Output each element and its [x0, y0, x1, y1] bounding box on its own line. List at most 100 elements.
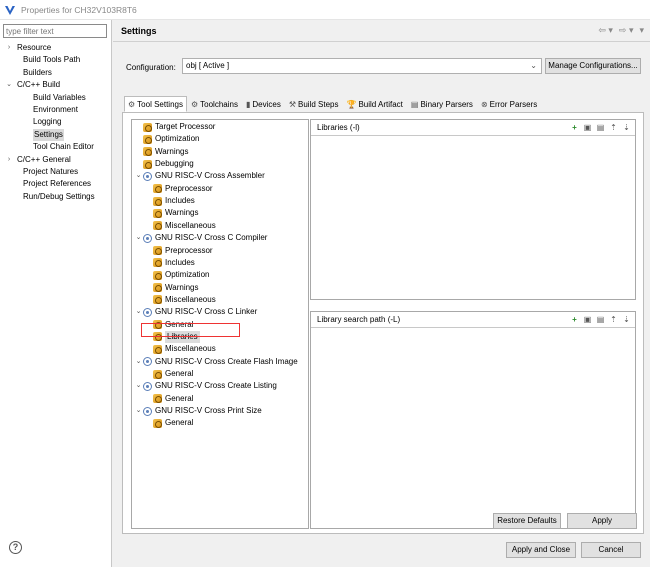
tab-binary-parsers[interactable]: ▤ Binary Parsers: [407, 96, 477, 112]
libraries-title: Libraries (-l): [317, 123, 360, 132]
settings-page: Settings ⇦ ▾ ⇨ ▾ ▾ Configuration: obj [ …: [113, 20, 650, 567]
tree-node[interactable]: ⌄ GNU RISC-V Cross Create Listing: [134, 380, 277, 392]
tree-node[interactable]: General: [144, 368, 193, 380]
tree-node[interactable]: Libraries: [144, 330, 200, 343]
nav-item-label: Resource: [17, 43, 52, 52]
chevron-down-icon[interactable]: ⌄: [134, 356, 143, 368]
apply-button[interactable]: Apply: [567, 513, 637, 529]
chevron-down-icon[interactable]: ⌄: [134, 405, 143, 417]
tree-node[interactable]: Warnings: [144, 207, 199, 219]
tree-node[interactable]: ⌄ GNU RISC-V Cross C Linker: [134, 306, 257, 318]
move-down-icon[interactable]: ⇣: [622, 315, 631, 324]
back-arrow-icon[interactable]: ⇦ ▾: [598, 25, 613, 36]
tab-tool-settings[interactable]: ⚙ Tool Settings: [124, 96, 187, 112]
tree-node[interactable]: Miscellaneous: [144, 220, 216, 232]
nav-item[interactable]: Builders: [0, 67, 112, 79]
nav-item[interactable]: ⌄ C/C++ Build: [0, 79, 112, 91]
tree-node[interactable]: Includes: [144, 195, 195, 207]
add-workspace-icon[interactable]: ▣: [583, 123, 592, 132]
tab-label: Build Artifact: [358, 99, 403, 109]
option-category-icon: [143, 134, 152, 144]
move-up-icon[interactable]: ⇡: [609, 123, 618, 132]
tree-node[interactable]: ⌄ GNU RISC-V Cross C Compiler: [134, 232, 267, 244]
tree-node[interactable]: General: [144, 417, 193, 429]
nav-item[interactable]: Build Variables: [0, 92, 112, 104]
add-icon[interactable]: +: [570, 123, 579, 132]
option-category-icon: [153, 208, 162, 218]
nav-item[interactable]: Logging: [0, 116, 112, 128]
tree-node[interactable]: Includes: [144, 257, 195, 269]
tab-error-parsers[interactable]: ⊗ Error Parsers: [477, 96, 541, 112]
tree-node[interactable]: ⌄ GNU RISC-V Cross Assembler: [134, 170, 265, 182]
tree-node-label: Target Processor: [155, 122, 216, 131]
nav-item[interactable]: Project References: [0, 178, 112, 190]
chevron-down-icon[interactable]: ⌄: [5, 79, 13, 91]
tree-node-label: Optimization: [155, 134, 200, 144]
tree-node[interactable]: Warnings: [134, 146, 189, 158]
help-icon[interactable]: ?: [9, 541, 22, 554]
tree-node[interactable]: General: [144, 319, 193, 331]
nav-item-label: Logging: [33, 117, 62, 127]
tree-node-label: GNU RISC-V Cross Create Listing: [155, 381, 277, 391]
tree-node-label: Includes: [165, 196, 195, 206]
nav-item[interactable]: Run/Debug Settings: [0, 191, 112, 203]
chevron-down-icon[interactable]: ⌄: [134, 170, 143, 182]
tree-node-label: Miscellaneous: [165, 220, 216, 230]
nav-item[interactable]: Settings: [0, 128, 112, 142]
option-category-icon: [153, 344, 162, 354]
add-icon[interactable]: +: [570, 315, 579, 324]
view-menu-icon[interactable]: ▾: [639, 25, 644, 36]
manage-configurations-button[interactable]: Manage Configurations...: [545, 58, 641, 74]
nav-item-label: C/C++ Build: [17, 80, 61, 90]
add-workspace-icon[interactable]: ▣: [583, 315, 592, 324]
chevron-down-icon[interactable]: ⌄: [134, 380, 143, 392]
binary-parsers-icon: ▤: [410, 99, 419, 109]
chevron-right-icon[interactable]: ›: [5, 154, 13, 166]
chevron-down-icon[interactable]: ⌄: [134, 232, 143, 244]
move-down-icon[interactable]: ⇣: [622, 123, 631, 132]
tree-node[interactable]: Debugging: [134, 158, 194, 170]
tree-node[interactable]: Optimization: [144, 269, 209, 281]
tree-node-label: Includes: [165, 257, 195, 267]
configuration-value: obj [ Active ]: [186, 61, 230, 70]
libraries-list: Libraries (-l) + ▣ ▤ ⇡ ⇣: [310, 119, 636, 300]
option-category-icon: [153, 295, 162, 305]
tree-node[interactable]: Preprocessor: [144, 183, 213, 195]
nav-item[interactable]: Build Tools Path: [0, 54, 112, 66]
nav-item[interactable]: Project Natures: [0, 166, 112, 178]
tree-node[interactable]: Warnings: [144, 282, 199, 294]
tab-toolchains[interactable]: ⚙ Toolchains: [187, 96, 242, 112]
delete-icon[interactable]: ▤: [596, 315, 605, 324]
forward-arrow-icon[interactable]: ⇨ ▾: [619, 25, 634, 36]
restore-defaults-button[interactable]: Restore Defaults: [493, 513, 561, 529]
tree-node[interactable]: General: [144, 393, 193, 405]
libraries-header: Libraries (-l) + ▣ ▤ ⇡ ⇣: [311, 120, 635, 136]
option-category-icon: [143, 159, 152, 169]
option-category-icon: [153, 394, 162, 404]
filter-input[interactable]: [3, 24, 107, 38]
tree-node[interactable]: Preprocessor: [144, 245, 213, 257]
devices-icon: ▮: [245, 99, 251, 109]
apply-and-close-button[interactable]: Apply and Close: [506, 542, 576, 558]
tree-node[interactable]: Target Processor: [134, 121, 215, 133]
configuration-select[interactable]: obj [ Active ] ⌄: [182, 58, 542, 74]
nav-item[interactable]: Tool Chain Editor: [0, 141, 112, 153]
tab-devices[interactable]: ▮ Devices: [242, 96, 285, 112]
option-category-icon: [153, 332, 162, 342]
cancel-button[interactable]: Cancel: [581, 542, 641, 558]
tree-node[interactable]: ⌄ GNU RISC-V Cross Print Size: [134, 405, 262, 417]
nav-item[interactable]: › C/C++ General: [0, 154, 112, 166]
tab-build-steps[interactable]: ⚒ Build Steps: [285, 96, 343, 112]
tree-node[interactable]: Miscellaneous: [144, 294, 216, 306]
nav-item[interactable]: Environment: [0, 104, 112, 116]
tab-build-artifact[interactable]: 🏆 Build Artifact: [342, 96, 406, 112]
chevron-down-icon[interactable]: ⌄: [134, 306, 143, 318]
nav-item[interactable]: › Resource: [0, 42, 112, 54]
delete-icon[interactable]: ▤: [596, 123, 605, 132]
tree-node[interactable]: Optimization: [134, 133, 199, 145]
tree-node[interactable]: ⌄ GNU RISC-V Cross Create Flash Image: [134, 356, 298, 368]
chevron-right-icon[interactable]: ›: [5, 42, 13, 54]
option-category-icon: [153, 184, 162, 194]
move-up-icon[interactable]: ⇡: [609, 315, 618, 324]
tree-node[interactable]: Miscellaneous: [144, 343, 216, 355]
